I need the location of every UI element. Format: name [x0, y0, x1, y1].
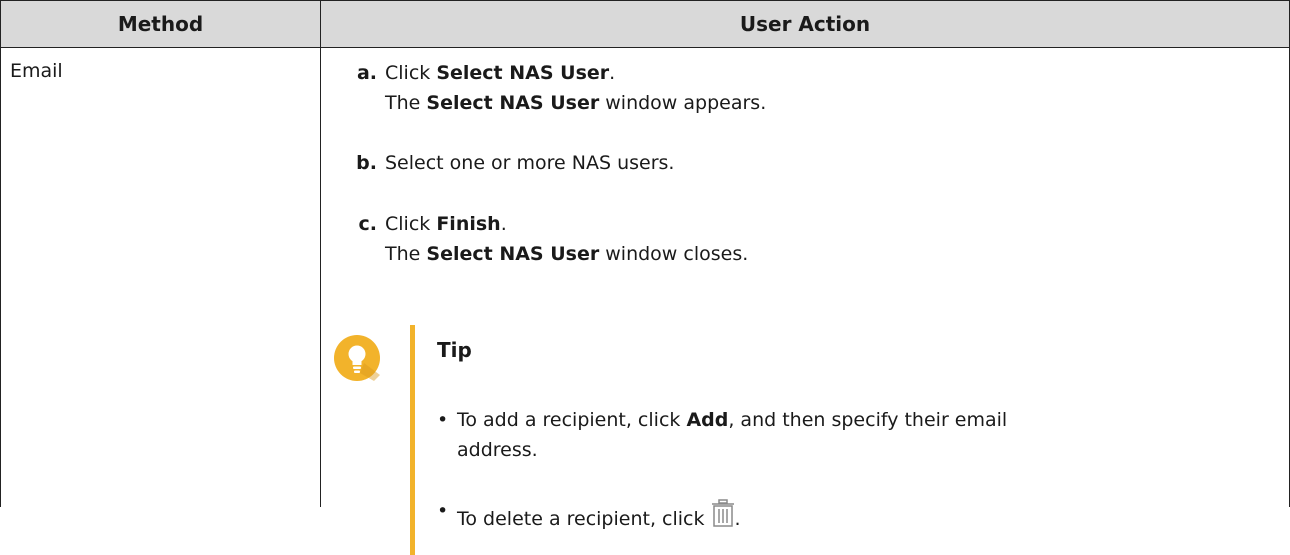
method-cell: Email: [0, 47, 321, 507]
bullet-continuation: address.: [457, 439, 538, 461]
step-a: a. Click Select NAS User. The Select NAS …: [347, 58, 766, 118]
step-marker: a.: [356, 62, 377, 84]
method-table: Method User Action Email a. Click Select …: [0, 0, 1290, 555]
ui-term: Select NAS User: [436, 62, 610, 84]
table-header-row: Method User Action: [0, 0, 1290, 48]
bullet-dot: •: [437, 500, 449, 522]
tip-bullet-add: • To add a recipient, click Add, and then…: [437, 405, 1007, 465]
bullet-dot: •: [437, 409, 449, 431]
tip-accent-bar: [410, 325, 415, 555]
trash-icon: [711, 499, 735, 536]
step-result: The Select NAS User window closes.: [385, 243, 749, 265]
step-b: b. Select one or more NAS users.: [347, 148, 674, 178]
table-row: Email a. Click Select NAS User. The Selec…: [0, 47, 1290, 555]
step-text: Select one or more NAS users.: [385, 152, 675, 174]
tip-title: Tip: [437, 338, 472, 362]
ui-term: Finish: [436, 213, 501, 235]
step-marker: c.: [358, 213, 377, 235]
user-action-cell: a. Click Select NAS User. The Select NAS …: [320, 47, 1290, 555]
step-text: Click: [385, 62, 437, 84]
method-column-header: Method: [0, 0, 321, 48]
tip-bullet-delete: • To delete a recipient, click .: [437, 496, 741, 536]
step-result: The Select NAS User window appears.: [385, 92, 767, 114]
step-c: c. Click Finish. The Select NAS User wind…: [347, 209, 749, 269]
user-action-column-header: User Action: [320, 0, 1290, 48]
step-marker: b.: [356, 152, 377, 174]
step-text: .: [500, 213, 507, 235]
lightbulb-icon: [334, 335, 380, 381]
ui-term: Add: [686, 409, 729, 431]
step-text: Click: [385, 213, 437, 235]
step-text: .: [609, 62, 616, 84]
